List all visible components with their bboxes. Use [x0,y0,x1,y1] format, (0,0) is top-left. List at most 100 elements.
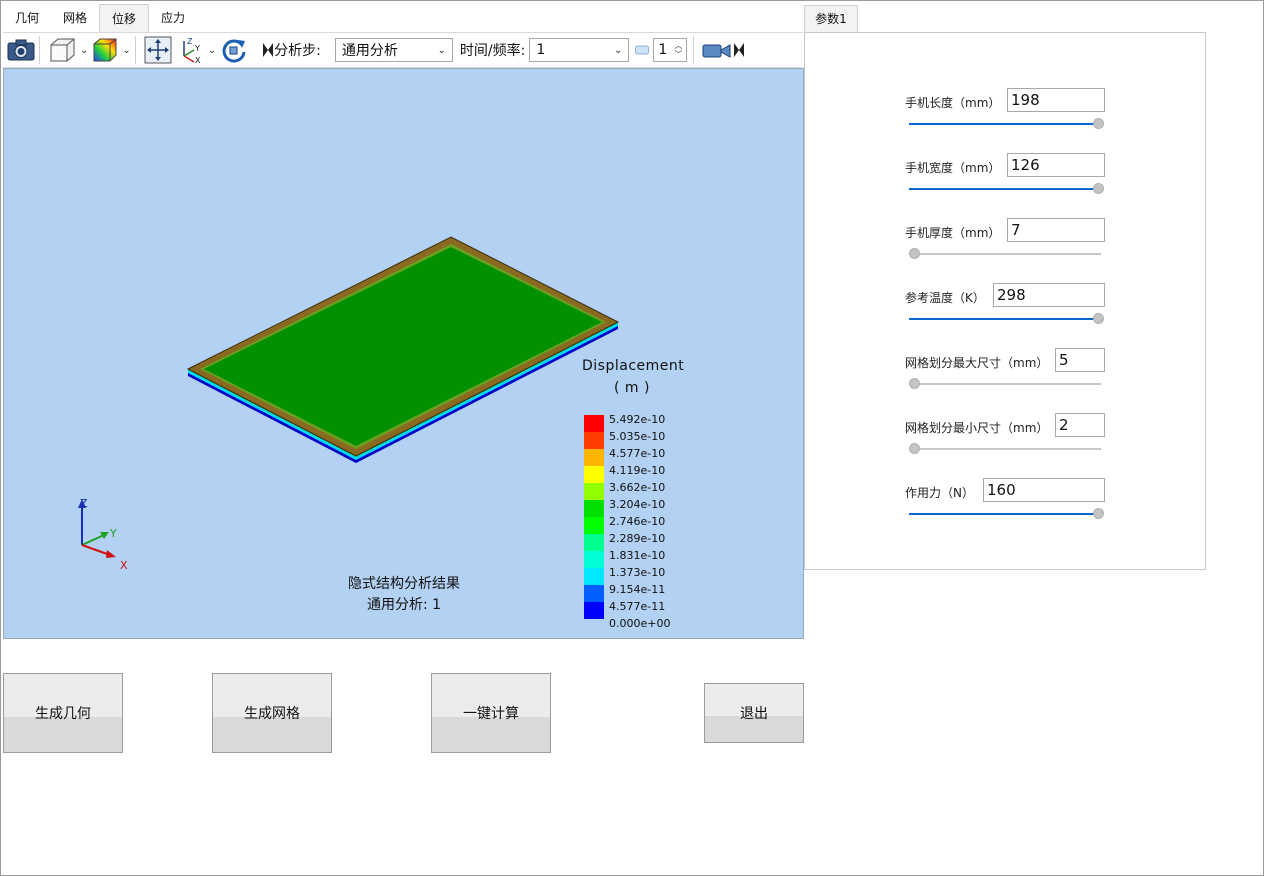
axis-orientation-icon[interactable]: Z Y X ⌄ [176,35,216,65]
frame-slider-icon[interactable] [635,35,650,65]
tab-params-1[interactable]: 参数1 [804,5,858,33]
result-caption: 隐式结构分析结果 通用分析: 1 [304,574,504,616]
analysis-step-value: 通用分析 [341,43,398,59]
legend-title: Displacement ( m ) [582,355,685,399]
tab-displacement[interactable]: 位移 [99,4,150,33]
legend-swatch [584,500,604,517]
param-slider[interactable] [909,248,1101,259]
frame-value: 1 [658,42,668,58]
analysis-step-label: 分析步: [274,43,321,59]
param-input[interactable]: 5 [1055,348,1105,372]
time-frequency-value: 1 [536,42,546,58]
chevron-down-icon: ⌄ [80,44,89,56]
param-slider-thumb[interactable] [1093,313,1104,324]
view-cube-icon[interactable]: ⌄ [48,35,88,65]
time-frequency-label: 时间/频率: [459,43,526,59]
legend-label: 9.154e-11 [609,583,666,596]
svg-text:X: X [195,56,201,64]
legend-colorbar [584,415,604,619]
legend-label: 5.035e-10 [609,430,666,443]
legend-label: 4.577e-11 [609,600,666,613]
legend-swatch [584,568,604,585]
legend-swatch [584,466,604,483]
param-input[interactable]: 160 [983,478,1105,502]
legend-label: 4.577e-10 [609,447,666,460]
tab-mesh[interactable]: 网格 [51,4,99,33]
pan-icon[interactable] [144,35,172,65]
spin-arrows-icon[interactable]: ︿ ﹀ [674,41,682,59]
contour-color-icon[interactable]: ⌄ [92,35,131,65]
param-slider[interactable] [909,183,1104,194]
chevron-down-icon: ⌄ [207,44,217,56]
param-slider-thumb[interactable] [1093,118,1104,129]
legend-label: 1.373e-10 [609,566,666,579]
param-slider-thumb[interactable] [909,443,920,454]
axis-z-label: Z [80,497,88,510]
param-input[interactable]: 126 [1007,153,1105,177]
legend-label: 1.831e-10 [609,549,666,562]
param-slider-thumb[interactable] [1093,508,1104,519]
legend-quantity: Displacement [582,358,685,374]
legend-swatch [584,551,604,568]
param-input[interactable]: 2 [1055,413,1105,437]
camera-icon[interactable] [7,35,35,65]
param-slider-thumb[interactable] [909,248,920,259]
legend-label: 2.746e-10 [609,515,666,528]
legend-swatch [584,585,604,602]
svg-text:Y: Y [194,44,200,53]
axis-triad: Z Y X [78,497,128,572]
tab-geometry[interactable]: 几何 [3,4,51,33]
generate-mesh-button[interactable]: 生成网格 [212,673,332,753]
video-record-icon[interactable] [702,35,732,65]
svg-text:Z: Z [187,37,193,46]
result-viewport[interactable]: Displacement ( m ) 5.492e-10 5.035e-10 4.5… [3,68,804,639]
param-label: 作用力（N） [905,486,974,500]
generate-geometry-button[interactable]: 生成几何 [3,673,123,753]
param-slider-fill [909,188,1097,190]
parameter-panel: 手机长度（mm） 198 手机宽度（mm） 126 手机厚度（mm） 7 参考温度（K） 29… [804,32,1206,570]
chevron-down-icon: ⌄ [437,44,446,56]
legend-label: 4.119e-10 [609,464,666,477]
tab-stress[interactable]: 应力 [149,4,197,33]
viewport-toolbar: ⌄ ⌄ Z Y X ⌄ 分析步: 通用分析 ⌄ 时间/频率: 1 ⌄ 1 ︿ ﹀ [3,32,803,68]
frame-spinbox[interactable]: 1 ︿ ﹀ [653,38,688,62]
param-slider[interactable] [909,443,1101,454]
param-input[interactable]: 298 [993,283,1105,307]
chevron-down-icon: ⌄ [613,44,623,56]
legend-label: 2.289e-10 [609,532,666,545]
toolbar-separator [693,36,695,64]
legend-labels: 5.492e-10 5.035e-10 4.577e-10 4.119e-10 3.66… [609,411,670,632]
legend-swatch [584,602,604,619]
toolbar-overflow-icon[interactable] [734,35,745,65]
toolbar-grip-icon [262,35,274,65]
legend-swatch [584,517,604,534]
param-label: 手机长度（mm） [905,96,1001,110]
param-slider[interactable] [909,313,1104,324]
plate-top-face [204,247,602,446]
param-label: 参考温度（K） [905,291,985,305]
param-input[interactable]: 7 [1007,218,1105,242]
param-label: 网格划分最大尺寸（mm） [905,356,1049,370]
param-label: 手机宽度（mm） [905,161,1001,175]
main-tabbar: 几何 网格 位移 应力 [3,3,803,33]
legend-label: 5.492e-10 [609,413,666,426]
axis-y-label: Y [109,527,117,540]
param-slider-thumb[interactable] [909,378,920,389]
analysis-step-select[interactable]: 通用分析 ⌄ [334,38,453,62]
param-slider[interactable] [909,378,1101,389]
chevron-down-icon: ⌄ [122,44,131,56]
param-slider-fill [909,123,1097,125]
param-input[interactable]: 198 [1007,88,1105,112]
toolbar-separator [39,36,40,64]
param-slider-thumb[interactable] [1093,183,1104,194]
legend-label: 3.204e-10 [609,498,666,511]
param-slider[interactable] [909,118,1104,129]
time-frequency-select[interactable]: 1 ⌄ [529,38,630,62]
legend-swatch [584,432,604,449]
compute-button[interactable]: 一键计算 [431,673,551,753]
legend-label: 3.662e-10 [609,481,666,494]
param-slider[interactable] [909,508,1104,519]
rotate-view-icon[interactable] [220,35,248,65]
toolbar-separator [134,36,136,64]
exit-button[interactable]: 退出 [704,683,804,743]
